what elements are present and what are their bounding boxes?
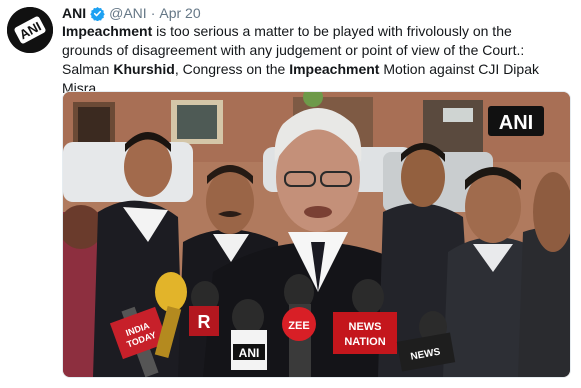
hashtag-impeachment: Impeachment xyxy=(62,23,153,39)
author-handle[interactable]: @ANI xyxy=(109,4,147,22)
name-khurshid: Khurshid xyxy=(113,61,175,77)
ani-logo-icon: ANI xyxy=(7,7,53,53)
tweet-text: Impeachment is too serious a matter to b… xyxy=(62,22,574,98)
tweet-date[interactable]: Apr 20 xyxy=(159,4,200,22)
verified-badge-icon xyxy=(90,6,105,21)
tweet-header: ANI @ANI · Apr 20 xyxy=(62,4,201,22)
avatar[interactable]: ANI xyxy=(7,7,53,53)
tweet-text-line3b: , Congress on the xyxy=(174,61,290,77)
tweet-text-line2: grounds of disagreement with any judgeme… xyxy=(62,42,525,58)
microphone-ani-icon: ANI xyxy=(231,299,267,370)
tweet-text-line3a: Salman xyxy=(62,61,114,77)
tweet-media-photo[interactable]: ANI INDIA TODAY R ANI ZEE NEWS NATION NE… xyxy=(62,91,571,378)
svg-text:ANI: ANI xyxy=(239,346,260,360)
svg-text:R: R xyxy=(198,312,211,332)
svg-text:ZEE: ZEE xyxy=(288,320,309,332)
tweet-text-line1: is too serious a matter to be played wit… xyxy=(152,23,512,39)
microphone-republic-icon: R xyxy=(189,281,219,336)
author-name[interactable]: ANI xyxy=(62,4,86,22)
ani-watermark: ANI xyxy=(499,112,533,134)
svg-text:NATION: NATION xyxy=(344,336,385,348)
press-conference-photo: ANI INDIA TODAY R ANI ZEE NEWS NATION NE… xyxy=(63,92,570,377)
header-separator: · xyxy=(150,5,156,21)
hashtag-impeachment-2: Impeachment xyxy=(289,61,380,77)
svg-text:NEWS: NEWS xyxy=(349,321,382,333)
